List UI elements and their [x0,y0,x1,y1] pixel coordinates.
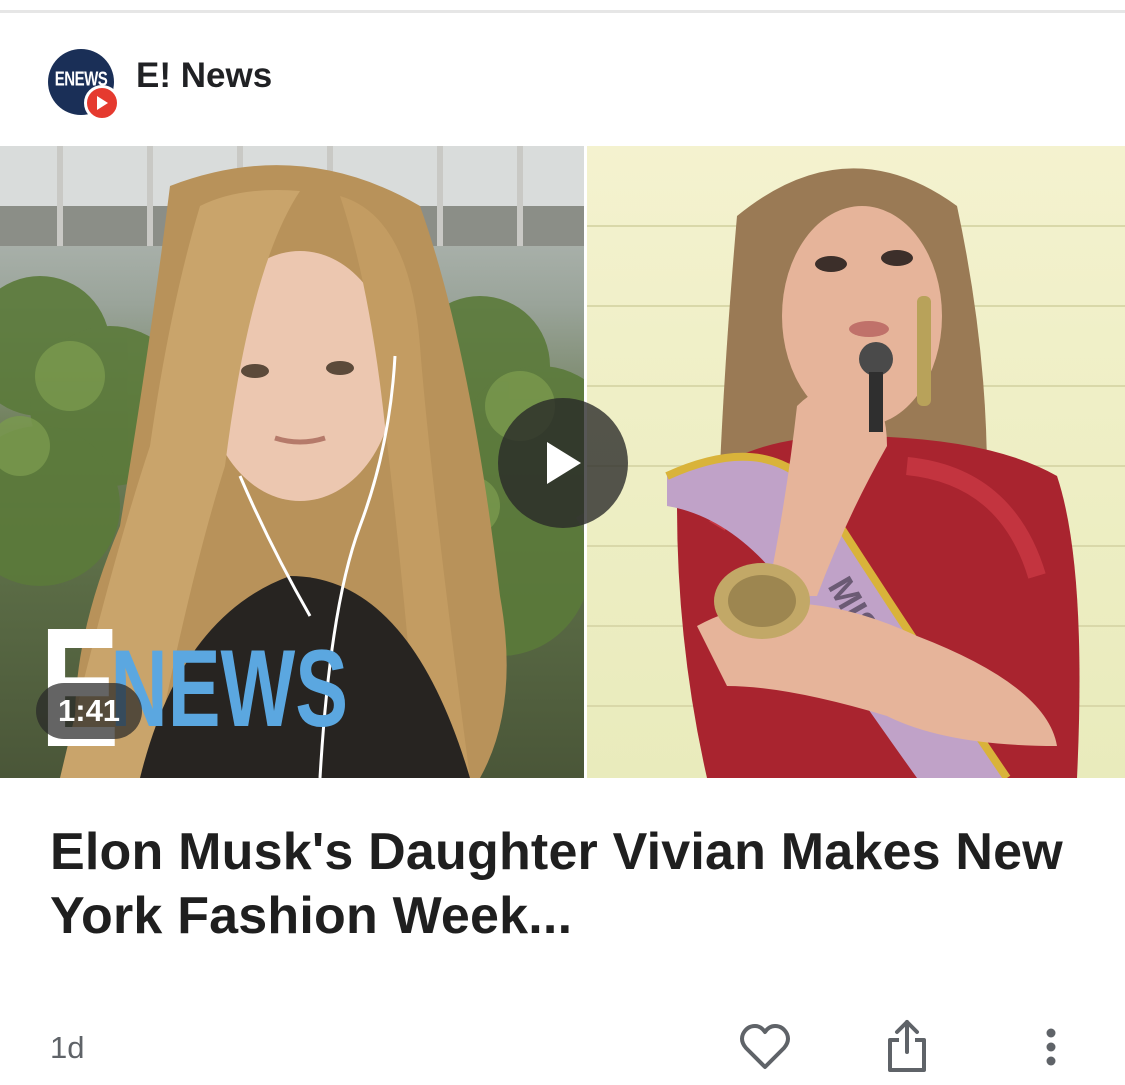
video-thumbnail[interactable]: E NEWS 1:41 [0,146,1125,778]
share-button[interactable] [885,1018,929,1074]
play-icon [547,442,581,484]
thumbnail-photo-right: MISS SC [587,146,1125,778]
photo-right-illustration: MISS SC [587,168,1125,778]
post-age: 1d [50,1030,85,1065]
more-options-button[interactable] [1038,1022,1064,1072]
play-button[interactable] [498,398,628,528]
card-header: ENEWS E! News [48,47,272,121]
top-divider [0,10,1125,13]
article-headline[interactable]: Elon Musk's Daughter Vivian Makes New Yo… [50,820,1090,948]
thumbnail-photo-left: E NEWS 1:41 [0,146,584,778]
like-button[interactable] [738,1022,792,1072]
video-duration-badge: 1:41 [36,683,143,739]
more-vertical-icon [1046,1028,1056,1066]
heart-icon [740,1024,790,1069]
play-badge-icon [84,85,120,121]
source-avatar[interactable]: ENEWS [48,49,120,121]
svg-text:NEWS: NEWS [111,627,349,746]
source-name[interactable]: E! News [136,56,272,96]
share-icon [888,1020,926,1072]
